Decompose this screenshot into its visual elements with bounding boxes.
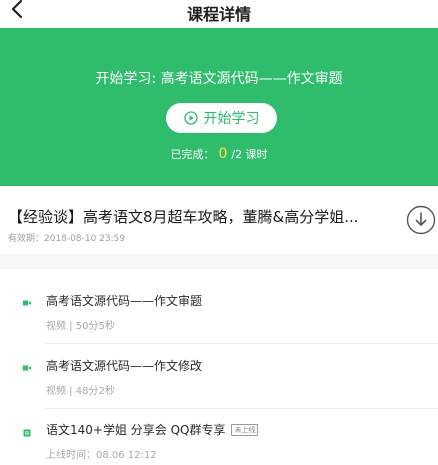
start-learning-button[interactable]: 开始学习 bbox=[166, 103, 277, 133]
course-expiry: 有效期：2018-08-10 23:59 bbox=[8, 234, 126, 244]
lesson-list-area: 高考语文源代码——作文审题 视频 | 50分5秒 高考语文源代码——作文修改 视… bbox=[0, 254, 438, 465]
download-button[interactable] bbox=[406, 205, 436, 235]
lesson-meta: 上线时间：08.06 12:12 bbox=[46, 450, 157, 461]
hero-title: 开始学习: 高考语文源代码——作文审题 bbox=[95, 71, 343, 87]
start-learning-label: 开始学习 bbox=[203, 111, 260, 127]
hero-banner: 开始学习: 高考语文源代码——作文审题 开始学习 已完成： 0/2 课时 bbox=[0, 28, 438, 186]
lesson-item[interactable]: 语文140+学姐 分享会 QQ群专享 未上线 上线时间：08.06 12:12 bbox=[0, 416, 438, 465]
lesson-meta: 视频 | 48分2秒 bbox=[46, 386, 115, 397]
lesson-item[interactable]: 高考语文源代码——作文修改 视频 | 48分2秒 bbox=[0, 351, 438, 415]
lesson-list: 高考语文源代码——作文审题 视频 | 50分5秒 高考语文源代码——作文修改 视… bbox=[0, 269, 438, 465]
lesson-title: 高考语文源代码——作文修改 bbox=[46, 359, 203, 373]
progress-label: 已完成： bbox=[170, 148, 215, 161]
video-icon bbox=[23, 365, 31, 371]
nav-bar: 课程详情 bbox=[0, 0, 438, 28]
lesson-item[interactable]: 高考语文源代码——作文审题 视频 | 50分5秒 bbox=[0, 286, 438, 350]
list-divider bbox=[46, 408, 438, 409]
list-divider bbox=[46, 343, 438, 344]
play-circle-icon bbox=[183, 111, 198, 125]
page-title: 课程详情 bbox=[186, 5, 251, 24]
video-icon bbox=[23, 300, 31, 306]
lesson-title-row: 语文140+学姐 分享会 QQ群专享 未上线 bbox=[46, 421, 259, 438]
download-circle-icon bbox=[406, 205, 436, 235]
progress-text: 已完成： 0/2 课时 bbox=[0, 146, 438, 162]
course-title: 【经验谈】高考语文8月超车攻略，董腾&高分学姐... bbox=[8, 208, 359, 226]
status-badge: 未上线 bbox=[231, 424, 259, 436]
lesson-title: 高考语文源代码——作文审题 bbox=[46, 294, 203, 308]
lesson-meta: 视频 | 50分5秒 bbox=[46, 321, 115, 332]
course-header: 【经验谈】高考语文8月超车攻略，董腾&高分学姐... 有效期：2018-08-1… bbox=[0, 186, 438, 254]
progress-done-count: 0 bbox=[218, 146, 228, 162]
live-icon bbox=[23, 429, 31, 437]
progress-total: /2 课时 bbox=[231, 148, 268, 161]
lesson-title: 语文140+学姐 分享会 QQ群专享 bbox=[46, 423, 226, 437]
